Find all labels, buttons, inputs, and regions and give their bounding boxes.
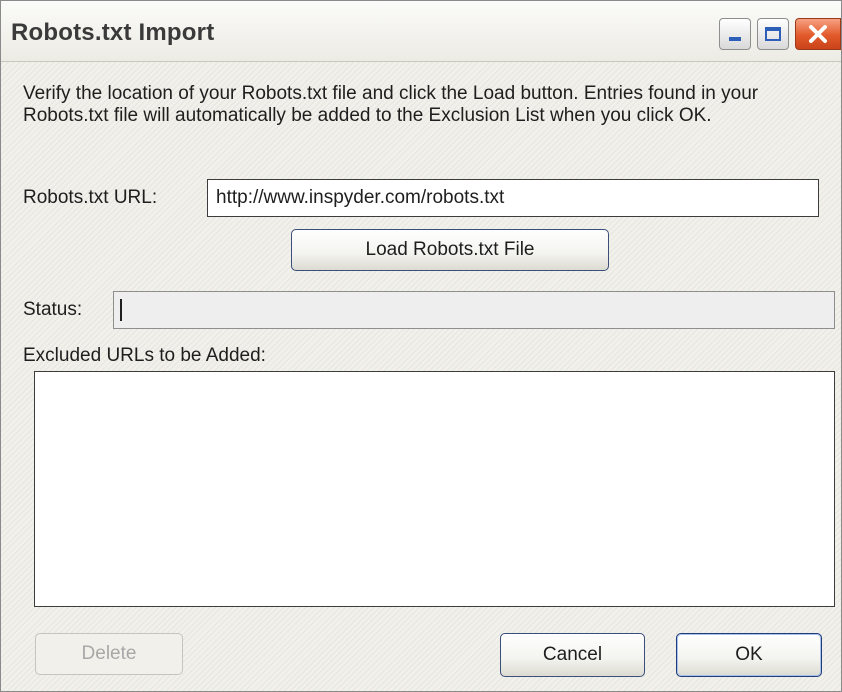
- minimize-button[interactable]: [719, 18, 751, 50]
- url-label: Robots.txt URL:: [23, 187, 158, 208]
- robots-import-dialog: Robots.txt Import Verify the location of…: [0, 0, 842, 692]
- window-title: Robots.txt Import: [11, 19, 215, 46]
- load-robots-button[interactable]: Load Robots.txt File: [291, 229, 609, 271]
- status-label: Status:: [23, 299, 83, 320]
- title-bar[interactable]: Robots.txt Import: [1, 1, 841, 62]
- close-icon: [807, 23, 829, 45]
- status-field: [113, 291, 835, 329]
- maximize-button[interactable]: [757, 18, 789, 50]
- delete-button[interactable]: Delete: [35, 633, 183, 675]
- instructions-text: Verify the location of your Robots.txt f…: [23, 83, 759, 126]
- excluded-urls-list[interactable]: [34, 371, 835, 607]
- excluded-urls-label: Excluded URLs to be Added:: [23, 345, 266, 366]
- cancel-button[interactable]: Cancel: [500, 633, 645, 677]
- minimize-icon: [729, 37, 741, 41]
- robots-url-input[interactable]: [207, 179, 819, 217]
- close-button[interactable]: [795, 18, 841, 50]
- maximize-icon: [765, 27, 781, 41]
- ok-button[interactable]: OK: [676, 633, 822, 677]
- text-caret: [120, 299, 122, 321]
